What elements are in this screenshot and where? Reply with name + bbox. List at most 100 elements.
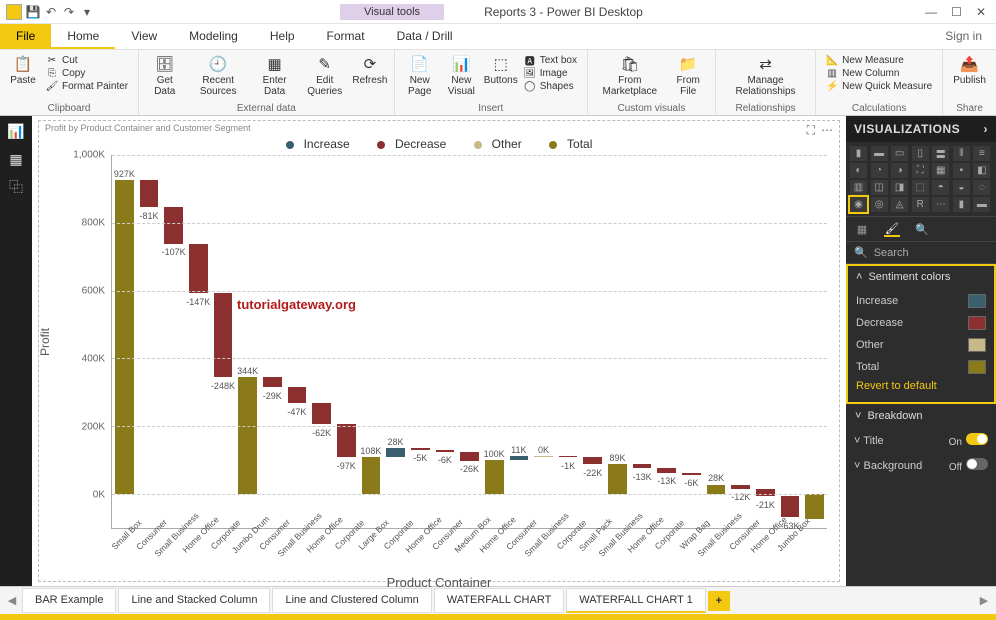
visual-type-icon[interactable]: ◒ <box>953 180 970 195</box>
waterfall-bar[interactable] <box>707 485 726 494</box>
waterfall-bar[interactable] <box>411 448 430 450</box>
format-painter-button[interactable]: 🖌Format Painter <box>46 80 128 92</box>
page-tab[interactable]: Line and Stacked Column <box>118 588 270 613</box>
visual-type-icon[interactable]: ▮ <box>850 146 867 161</box>
visual-frame[interactable]: ⛶ ⋯ Profit by Product Container and Cust… <box>38 120 840 582</box>
visual-type-icon[interactable]: ◎ <box>871 197 888 212</box>
visual-type-icon[interactable]: ▯ <box>912 146 929 161</box>
tab-file[interactable]: File <box>0 24 51 49</box>
waterfall-bar[interactable] <box>731 485 750 489</box>
background-toggle[interactable] <box>966 458 988 470</box>
search-row[interactable]: 🔍Search <box>846 242 996 264</box>
cut-button[interactable]: ✂Cut <box>46 54 128 66</box>
visual-type-icon[interactable]: ▬ <box>973 197 990 212</box>
waterfall-bar[interactable] <box>288 387 307 403</box>
visual-type-icon[interactable]: ▥ <box>850 180 867 195</box>
tab-format[interactable]: Format <box>311 24 381 49</box>
more-options-icon[interactable]: ⋯ <box>821 123 833 138</box>
recent-sources-button[interactable]: 🕘Recent Sources <box>186 52 250 99</box>
enter-data-button[interactable]: ▦Enter Data <box>252 52 297 99</box>
visual-type-icon[interactable]: ◬ <box>891 197 908 212</box>
visual-type-icon[interactable]: 〓 <box>932 146 949 161</box>
get-data-button[interactable]: 🗄Get Data <box>145 52 184 99</box>
waterfall-bar[interactable] <box>608 464 627 494</box>
format-tab-icon[interactable]: 🖌 <box>884 221 900 237</box>
waterfall-bar[interactable] <box>485 460 504 494</box>
waterfall-bar[interactable] <box>238 377 257 494</box>
title-toggle[interactable] <box>966 433 988 445</box>
waterfall-bar[interactable] <box>337 424 356 457</box>
model-view-icon[interactable]: ⿻ <box>6 178 26 196</box>
data-view-icon[interactable]: ▦ <box>6 150 26 168</box>
waterfall-bar[interactable] <box>682 473 701 475</box>
save-icon[interactable]: 💾 <box>26 5 40 19</box>
image-button[interactable]: 🖼Image <box>524 67 577 79</box>
breakdown-header[interactable]: ˅Breakdown <box>847 405 995 427</box>
textbox-button[interactable]: 🅰Text box <box>524 54 577 66</box>
visual-type-icon[interactable]: ▮ <box>953 197 970 212</box>
color-swatch[interactable] <box>968 360 986 374</box>
tab-view[interactable]: View <box>115 24 173 49</box>
waterfall-bar[interactable] <box>214 293 233 377</box>
waterfall-bar[interactable] <box>189 244 208 294</box>
visual-type-icon[interactable]: ◧ <box>973 163 990 178</box>
visual-type-icon[interactable]: ◐ <box>850 163 867 178</box>
waterfall-bar[interactable] <box>781 496 800 517</box>
redo-icon[interactable]: ↷ <box>62 5 76 19</box>
edit-queries-button[interactable]: ✎Edit Queries <box>299 52 350 99</box>
visual-type-icon[interactable]: ▪ <box>953 163 970 178</box>
sign-in-link[interactable]: Sign in <box>931 24 996 49</box>
color-swatch[interactable] <box>968 338 986 352</box>
visual-type-icon[interactable]: ⛶ <box>912 163 929 178</box>
background-property-row[interactable]: ˅ Background Off <box>846 453 996 478</box>
waterfall-bar[interactable] <box>436 450 455 452</box>
color-swatch[interactable] <box>968 294 986 308</box>
analytics-tab-icon[interactable]: 🔍 <box>914 221 930 237</box>
new-measure-button[interactable]: 📐New Measure <box>826 54 932 66</box>
tab-home[interactable]: Home <box>51 24 115 49</box>
tab-help[interactable]: Help <box>254 24 311 49</box>
visual-type-icon[interactable]: ◉ <box>850 197 867 212</box>
visual-type-icon[interactable]: ▦ <box>932 163 949 178</box>
from-marketplace-button[interactable]: 🛍From Marketplace <box>594 52 666 99</box>
new-quick-measure-button[interactable]: ⚡New Quick Measure <box>826 80 932 92</box>
visual-type-icon[interactable]: ◓ <box>932 180 949 195</box>
add-page-button[interactable]: + <box>708 591 730 611</box>
maximize-button[interactable]: ☐ <box>951 5 962 19</box>
from-file-button[interactable]: 📁From File <box>668 52 709 99</box>
waterfall-bar[interactable] <box>164 207 183 243</box>
page-tab[interactable]: Line and Clustered Column <box>272 588 431 613</box>
paste-button[interactable]: 📋Paste <box>6 52 40 89</box>
visual-type-icon[interactable]: ▬ <box>871 146 888 161</box>
new-visual-button[interactable]: 📊New Visual <box>441 52 482 99</box>
shapes-button[interactable]: ◯Shapes <box>524 80 577 92</box>
waterfall-bar[interactable] <box>633 464 652 468</box>
visual-type-icon[interactable]: ≡ <box>973 146 990 161</box>
title-property-row[interactable]: ˅ Title On <box>846 428 996 453</box>
manage-relationships-button[interactable]: ⇄Manage Relationships <box>722 52 809 99</box>
refresh-button[interactable]: ⟳Refresh <box>352 52 387 89</box>
scroll-right-icon[interactable]: ▶ <box>976 594 992 607</box>
sentiment-colors-header[interactable]: ˄Sentiment colors <box>848 266 994 288</box>
waterfall-bar[interactable] <box>386 448 405 457</box>
scroll-left-icon[interactable]: ◀ <box>4 594 20 607</box>
waterfall-bar[interactable] <box>312 403 331 424</box>
visual-type-icon[interactable]: ◨ <box>891 180 908 195</box>
tab-data-drill[interactable]: Data / Drill <box>381 24 469 49</box>
waterfall-bar[interactable] <box>583 457 602 464</box>
waterfall-bar[interactable] <box>263 377 282 387</box>
visual-type-icon[interactable]: R <box>912 197 929 212</box>
waterfall-bar[interactable] <box>657 468 676 472</box>
page-tab[interactable]: WATERFALL CHART 1 <box>566 588 706 613</box>
report-view-icon[interactable]: 📊 <box>6 122 26 140</box>
visual-type-icon[interactable]: ◫ <box>871 180 888 195</box>
visualizations-header[interactable]: VISUALIZATIONS› <box>846 116 996 142</box>
waterfall-bar[interactable] <box>140 180 159 207</box>
visual-type-icon[interactable]: ▭ <box>891 146 908 161</box>
tab-modeling[interactable]: Modeling <box>173 24 254 49</box>
focus-mode-icon[interactable]: ⛶ <box>807 123 815 138</box>
visual-type-icon[interactable]: ⬚ <box>912 180 929 195</box>
publish-button[interactable]: 📤Publish <box>949 52 990 89</box>
undo-icon[interactable]: ↶ <box>44 5 58 19</box>
waterfall-bar[interactable] <box>115 180 134 494</box>
